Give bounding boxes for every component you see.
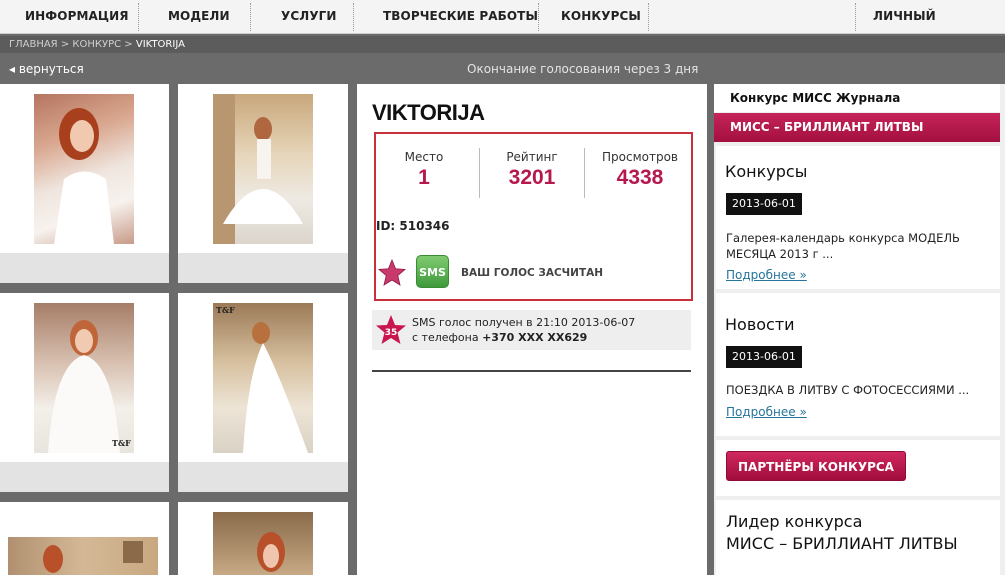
- model-photo[interactable]: [213, 512, 313, 575]
- news-block: Новости 2013-06-01 ПОЕЗДКА В ЛИТВУ С ФОТ…: [716, 293, 1000, 436]
- sidebar: Конкурс МИСС Журнала МИСС – БРИЛЛИАНТ ЛИ…: [714, 84, 1005, 575]
- leader-contest: МИСС – БРИЛЛИАНТ ЛИТВЫ: [726, 534, 958, 553]
- sms-phone-prefix: с телефона: [412, 331, 483, 344]
- partners-block: ПАРТНЁРЫ КОНКУРСА: [716, 440, 1000, 496]
- stat-views: Просмотров 4338: [592, 150, 688, 190]
- thumb-footer: [0, 462, 169, 492]
- model-photo[interactable]: [213, 94, 313, 244]
- voting-end-notice: Окончание голосования через 3 дня: [467, 62, 699, 76]
- thumb-footer: [178, 253, 348, 283]
- breadcrumb-separator: >: [60, 39, 70, 50]
- nav-separator: [250, 3, 251, 31]
- back-link[interactable]: ◂ вернуться: [9, 55, 84, 83]
- stat-value: 1: [418, 166, 430, 189]
- gallery-thumb[interactable]: T&F: [0, 293, 169, 492]
- news-text[interactable]: ПОЕЗДКА В ЛИТВУ С ФОТОСЕССИЯМИ ...: [726, 382, 991, 398]
- photo-watermark: T&F: [112, 438, 131, 448]
- model-photo[interactable]: [34, 94, 134, 244]
- stat-divider: [479, 148, 480, 198]
- leader-title: Лидер конкурса: [726, 512, 863, 531]
- contests-title: Конкурсы: [725, 162, 808, 181]
- stat-label: Место: [404, 150, 444, 164]
- contests-text[interactable]: Галерея-календарь конкурса МОДЕЛЬ МЕСЯЦА…: [726, 230, 991, 262]
- contest-banner[interactable]: МИСС – БРИЛЛИАНТ ЛИТВЫ: [714, 113, 1000, 142]
- breadcrumb: ГЛАВНАЯ > КОНКУРС > VIKTORIJA: [0, 36, 1005, 53]
- nav-separator: [648, 3, 649, 31]
- nav-separator: [353, 3, 354, 31]
- stat-place: Место 1: [384, 150, 464, 190]
- back-bar: ◂ вернуться Окончание голосования через …: [0, 55, 1005, 83]
- star-vote-icon[interactable]: [378, 259, 406, 287]
- stat-rating: Рейтинг 3201: [488, 150, 576, 190]
- model-photo[interactable]: T&F: [34, 303, 134, 453]
- nav-separator: [538, 3, 539, 31]
- stat-value: 4338: [616, 166, 664, 189]
- stat-divider: [584, 148, 585, 198]
- model-photo-illustration: [54, 108, 114, 244]
- sms-received-line: SMS голос получен в 21:10 2013-06-07: [412, 316, 636, 329]
- model-photo-illustration: [257, 532, 285, 572]
- nav-item-information[interactable]: ИНФОРМАЦИЯ: [25, 0, 129, 34]
- nav-item-models[interactable]: МОДЕЛИ: [168, 0, 230, 34]
- nav-item-creative-works[interactable]: ТВОРЧЕСКИЕ РАБОТЫ: [383, 0, 538, 34]
- nav-separator: [138, 3, 139, 31]
- model-photo[interactable]: T&F: [213, 303, 313, 453]
- contest-label: Конкурс МИСС Журнала: [714, 84, 1000, 112]
- model-photo[interactable]: [8, 537, 158, 575]
- leader-block: Лидер конкурса МИСС – БРИЛЛИАНТ ЛИТВЫ: [716, 500, 1000, 575]
- sms-phone-line: с телефона +370 XXX XX629: [412, 331, 587, 344]
- vote-status: ВАШ ГОЛОС ЗАСЧИТАН: [461, 267, 604, 279]
- contests-date: 2013-06-01: [726, 193, 802, 215]
- divider: [372, 370, 691, 372]
- nav-separator: [855, 3, 856, 31]
- photo-watermark: T&F: [216, 305, 235, 315]
- stat-value: 3201: [508, 166, 556, 189]
- profile-panel: VIKTORIJA Место 1 Рейтинг 3201 Просмотро…: [357, 84, 707, 575]
- sms-phone-number: +370 XXX XX629: [482, 331, 588, 344]
- gallery-thumb[interactable]: [178, 502, 348, 575]
- gallery-thumb[interactable]: [178, 84, 348, 283]
- stat-label: Рейтинг: [506, 150, 558, 164]
- breadcrumb-current: VIKTORIJA: [135, 39, 185, 50]
- star-badge-icon: 35: [376, 315, 406, 344]
- gallery-thumb[interactable]: T&F: [178, 293, 348, 492]
- news-title: Новости: [725, 315, 795, 334]
- gallery-thumb[interactable]: [0, 502, 169, 575]
- nav-item-contests[interactable]: КОНКУРСЫ: [561, 0, 641, 34]
- contests-more-link[interactable]: Подробнее »: [726, 268, 807, 282]
- model-id: ID: 510346: [376, 219, 450, 233]
- sms-vote-button[interactable]: SMS: [416, 255, 449, 288]
- partners-button[interactable]: ПАРТНЁРЫ КОНКУРСА: [726, 451, 906, 481]
- model-photo-illustration: T&F: [216, 305, 308, 453]
- nav-item-account[interactable]: ЛИЧНЫЙ КАБИНЕТ: [873, 0, 1005, 55]
- star-badge-number: 35: [385, 328, 398, 338]
- model-name: VIKTORIJA: [372, 100, 485, 125]
- top-navigation: ИНФОРМАЦИЯ МОДЕЛИ УСЛУГИ ТВОРЧЕСКИЕ РАБО…: [0, 0, 1005, 55]
- gallery-thumb[interactable]: [0, 84, 169, 283]
- breadcrumb-separator: >: [124, 39, 133, 50]
- model-photo-illustration: [213, 94, 303, 244]
- breadcrumb-home[interactable]: ГЛАВНАЯ: [9, 39, 58, 50]
- stat-label: Просмотров: [602, 150, 678, 164]
- nav-item-services[interactable]: УСЛУГИ: [281, 0, 337, 34]
- sms-vote-info: 35 SMS голос получен в 21:10 2013-06-07 …: [372, 310, 691, 350]
- model-photo-illustration: [43, 541, 143, 573]
- thumb-footer: [0, 253, 169, 283]
- model-photo-illustration: T&F: [48, 320, 131, 453]
- contests-block: Конкурсы 2013-06-01 Галерея-календарь ко…: [716, 146, 1000, 289]
- breadcrumb-contest[interactable]: КОНКУРС: [72, 39, 121, 50]
- news-date: 2013-06-01: [726, 346, 802, 368]
- vote-summary-box: Место 1 Рейтинг 3201 Просмотров 4338 ID:…: [374, 132, 693, 301]
- news-more-link[interactable]: Подробнее »: [726, 405, 807, 419]
- thumb-footer: [178, 462, 348, 492]
